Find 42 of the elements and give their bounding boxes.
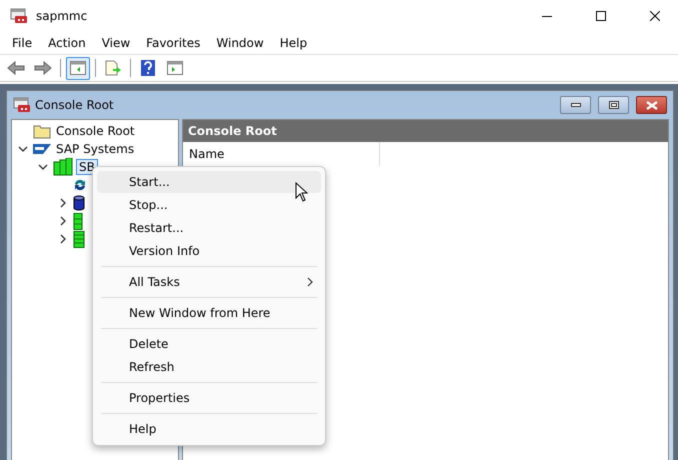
menu-item[interactable]: View [94,36,138,50]
tree-item[interactable]: SB [76,159,98,175]
folder-icon [33,124,51,138]
menu-item[interactable]: Version Info [97,240,321,262]
menu-item[interactable]: File [4,36,40,50]
mouse-cursor-icon [295,182,308,202]
menu-item[interactable]: Action [40,36,94,50]
refresh-icon [73,178,87,192]
window-title: sapmmc [36,9,88,23]
pane-header: Console Root [183,120,668,142]
menu-item[interactable]: New Window from Here [97,302,321,324]
minimize-button[interactable] [560,96,591,114]
menu-item[interactable]: Window [208,36,272,50]
server-icon [73,212,83,230]
show-tree-button[interactable] [66,56,90,80]
close-button[interactable] [636,96,667,114]
menu-item[interactable]: Properties [97,387,321,409]
tree-item[interactable]: SAP Systems [54,142,136,156]
tree-item[interactable]: Console Root [54,124,137,138]
menu-item[interactable]: Restart... [97,217,321,239]
app-icon [10,8,28,24]
menu-item[interactable]: Help [272,36,316,50]
sap-logo-icon [33,144,51,154]
servers-icon [53,158,73,176]
close-icon [650,11,660,21]
maximize-icon [596,11,606,21]
restore-button[interactable] [598,96,629,114]
menu-item[interactable]: Help [97,418,321,440]
close-icon [646,100,658,110]
menu-item[interactable]: Delete [97,333,321,355]
menu-item[interactable]: All Tasks [97,271,321,293]
submenu-chevron-icon [307,277,313,287]
menu-item[interactable]: Refresh [97,356,321,378]
console-icon [13,97,31,113]
restore-icon [608,101,618,109]
database-icon [73,195,85,211]
minimize-icon [570,103,580,107]
menu-item[interactable]: Start... [97,171,321,193]
server-icon [73,230,85,248]
menu-item[interactable]: Favorites [138,36,208,50]
child-window-title: Console Root [35,98,115,112]
menu-item[interactable]: Stop... [97,194,321,216]
